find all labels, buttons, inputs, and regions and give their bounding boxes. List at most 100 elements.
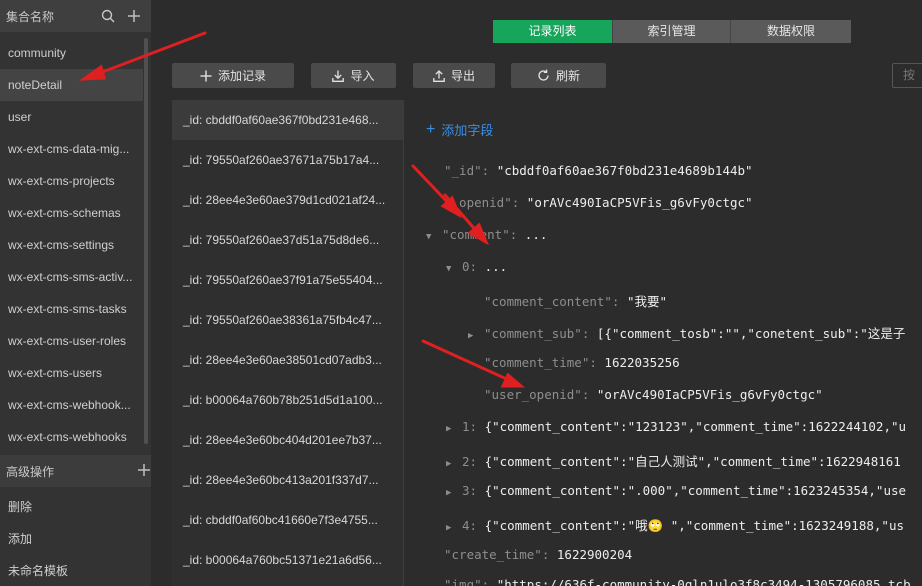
advanced-item[interactable]: 添加: [0, 523, 151, 555]
array-index: 3:: [462, 483, 478, 498]
add-field-link[interactable]: + 添加字段: [426, 120, 493, 139]
field-value: {"comment_content":"哦🙄 ","comment_time":…: [484, 518, 904, 533]
record-item[interactable]: _id: 28ee4e3e60ae379d1cd021af24...: [172, 180, 404, 220]
export-label: 导出: [450, 69, 475, 83]
field-key: "_openid":: [444, 195, 520, 210]
caret-right-icon[interactable]: ▶: [446, 488, 462, 498]
add-collection-icon[interactable]: [125, 7, 143, 25]
record-item-active[interactable]: _id: cbddf0af60ae367f0bd231e468...: [172, 100, 404, 140]
field-comment[interactable]: ▼ "comment": ...: [426, 227, 547, 242]
field-comment-sub[interactable]: ▶ "comment_sub": [{"comment_tosb":"","con…: [468, 323, 905, 342]
array-index: 1:: [462, 419, 478, 434]
export-button[interactable]: 导出: [413, 63, 495, 88]
array-index: 0:: [462, 259, 478, 274]
caret-right-icon[interactable]: ▶: [446, 523, 462, 533]
record-item[interactable]: _id: b00064a760b78b251d5d1a100...: [172, 380, 404, 420]
record-item[interactable]: _id: 28ee4e3e60bc404d201ee7b37...: [172, 420, 404, 460]
comment-item-2[interactable]: ▶ 2: {"comment_content":"自己人测试","comment_…: [446, 451, 901, 470]
add-advanced-icon[interactable]: [137, 463, 151, 480]
refresh-label: 刷新: [555, 69, 580, 83]
array-index: 2:: [462, 454, 478, 469]
record-item[interactable]: _id: b00064a760bc51371e21a6d56...: [172, 540, 404, 580]
field-value: {"comment_content":".000","comment_time"…: [484, 483, 907, 498]
collection-item[interactable]: wx-ext-cms-projects: [0, 165, 143, 197]
record-item[interactable]: _id: 79550af260ae37d51a75d8de6...: [172, 220, 404, 260]
caret-right-icon[interactable]: ▶: [468, 331, 484, 341]
field-value: "orAVc490IaCP5VFis_g6vFy0ctgc": [526, 195, 753, 210]
collection-item[interactable]: wx-ext-cms-user-roles: [0, 325, 143, 357]
download-icon: [332, 70, 345, 82]
import-label: 导入: [350, 69, 375, 83]
field-value: "orAVc490IaCP5VFis_g6vFy0ctgc": [596, 387, 823, 402]
collection-item[interactable]: wx-ext-cms-webhook...: [0, 389, 143, 421]
field-key: "_id":: [444, 163, 490, 178]
advanced-header: 高级操作: [0, 455, 151, 487]
field-value: "cbddf0af60ae367f0bd231e4689b144b": [496, 163, 753, 178]
collection-item[interactable]: community: [0, 37, 143, 69]
array-index: 4:: [462, 518, 478, 533]
field-value: "我要": [627, 294, 668, 309]
import-button[interactable]: 导入: [311, 63, 396, 88]
field-value: ...: [484, 259, 508, 274]
field-openid[interactable]: "_openid": "orAVc490IaCP5VFis_g6vFy0ctgc…: [444, 195, 753, 210]
field-value: {"comment_content":"自己人测试","comment_time…: [484, 454, 901, 469]
collection-item[interactable]: user: [0, 101, 143, 133]
caret-down-icon[interactable]: ▼: [426, 232, 442, 242]
collection-item[interactable]: wx-ext-cms-settings: [0, 229, 143, 261]
field-create-time[interactable]: "create_time": 1622900204: [444, 547, 632, 562]
collection-item-active[interactable]: noteDetail: [0, 69, 143, 101]
record-list: _id: cbddf0af60ae367f0bd231e468... _id: …: [172, 100, 404, 586]
add-field-label: 添加字段: [441, 123, 494, 138]
tab-index-management[interactable]: 索引管理: [613, 20, 731, 43]
caret-right-icon[interactable]: ▶: [446, 459, 462, 469]
field-key: "img":: [444, 577, 490, 586]
caret-down-icon[interactable]: ▼: [446, 264, 462, 274]
comment-item-0[interactable]: ▼ 0: ...: [446, 259, 507, 274]
refresh-button[interactable]: 刷新: [511, 63, 606, 88]
add-record-button[interactable]: 添加记录: [172, 63, 294, 88]
record-item[interactable]: _id: cbddf0af60bc41660e7f3e4755...: [172, 500, 404, 540]
record-item[interactable]: _id: 28ee4e3e60bc413a201f337d7...: [172, 460, 404, 500]
advanced-title: 高级操作: [6, 464, 55, 479]
collection-item[interactable]: wx-ext-cms-sms-tasks: [0, 293, 143, 325]
field-value: 1622900204: [556, 547, 633, 562]
add-record-label: 添加记录: [217, 69, 266, 83]
field-value: ...: [524, 227, 548, 242]
view-tabs: 记录列表 索引管理 数据权限: [493, 20, 851, 43]
sidebar-scrollbar[interactable]: [144, 38, 148, 444]
plus-icon: [200, 70, 212, 81]
field-comment-time[interactable]: "comment_time": 1622035256: [484, 355, 680, 370]
advanced-item[interactable]: 未命名模板: [0, 555, 151, 586]
collections-title: 集合名称: [6, 9, 55, 24]
collection-item[interactable]: wx-ext-cms-webhooks: [0, 421, 143, 453]
field-user-openid[interactable]: "user_openid": "orAVc490IaCP5VFis_g6vFy0…: [484, 387, 823, 402]
collections-header: 集合名称: [0, 0, 151, 32]
record-item[interactable]: _id: 79550af260ae37f91a75e55404...: [172, 260, 404, 300]
query-input[interactable]: 按: [892, 63, 922, 88]
field-key: "comment_content":: [484, 294, 620, 309]
field-value: "https://636f-community-0gln1ulo3f8c3494…: [496, 577, 911, 586]
collection-item[interactable]: wx-ext-cms-users: [0, 357, 143, 389]
advanced-list: 删除 添加 未命名模板: [0, 491, 151, 586]
tab-data-permission[interactable]: 数据权限: [731, 20, 851, 43]
record-item[interactable]: _id: 28ee4e3e60ae38501cd07adb3...: [172, 340, 404, 380]
advanced-item[interactable]: 删除: [0, 491, 151, 523]
collection-item[interactable]: wx-ext-cms-sms-activ...: [0, 261, 143, 293]
comment-item-1[interactable]: ▶ 1: {"comment_content":"123123","comment…: [446, 419, 906, 434]
field-key: "user_openid":: [484, 387, 590, 402]
tab-record-list[interactable]: 记录列表: [493, 20, 613, 43]
field-comment-content[interactable]: "comment_content": "我要": [484, 291, 667, 310]
comment-item-3[interactable]: ▶ 3: {"comment_content":".000","comment_t…: [446, 483, 906, 498]
caret-right-icon[interactable]: ▶: [446, 424, 462, 434]
comment-item-4[interactable]: ▶ 4: {"comment_content":"哦🙄 ","comment_ti…: [446, 515, 904, 534]
record-item[interactable]: _id: 79550af260ae37671a75b17a4...: [172, 140, 404, 180]
field-id[interactable]: "_id": "cbddf0af60ae367f0bd231e4689b144b…: [444, 163, 753, 178]
collection-item[interactable]: wx-ext-cms-schemas: [0, 197, 143, 229]
field-img[interactable]: "img": "https://636f-community-0gln1ulo3…: [444, 577, 911, 586]
search-icon[interactable]: [99, 7, 117, 25]
field-key: "comment_sub":: [484, 326, 590, 341]
record-item[interactable]: _id: 79550af260ae38361a75fb4c47...: [172, 300, 404, 340]
field-key: "create_time":: [444, 547, 550, 562]
collection-item[interactable]: wx-ext-cms-data-mig...: [0, 133, 143, 165]
field-key: "comment_time":: [484, 355, 597, 370]
